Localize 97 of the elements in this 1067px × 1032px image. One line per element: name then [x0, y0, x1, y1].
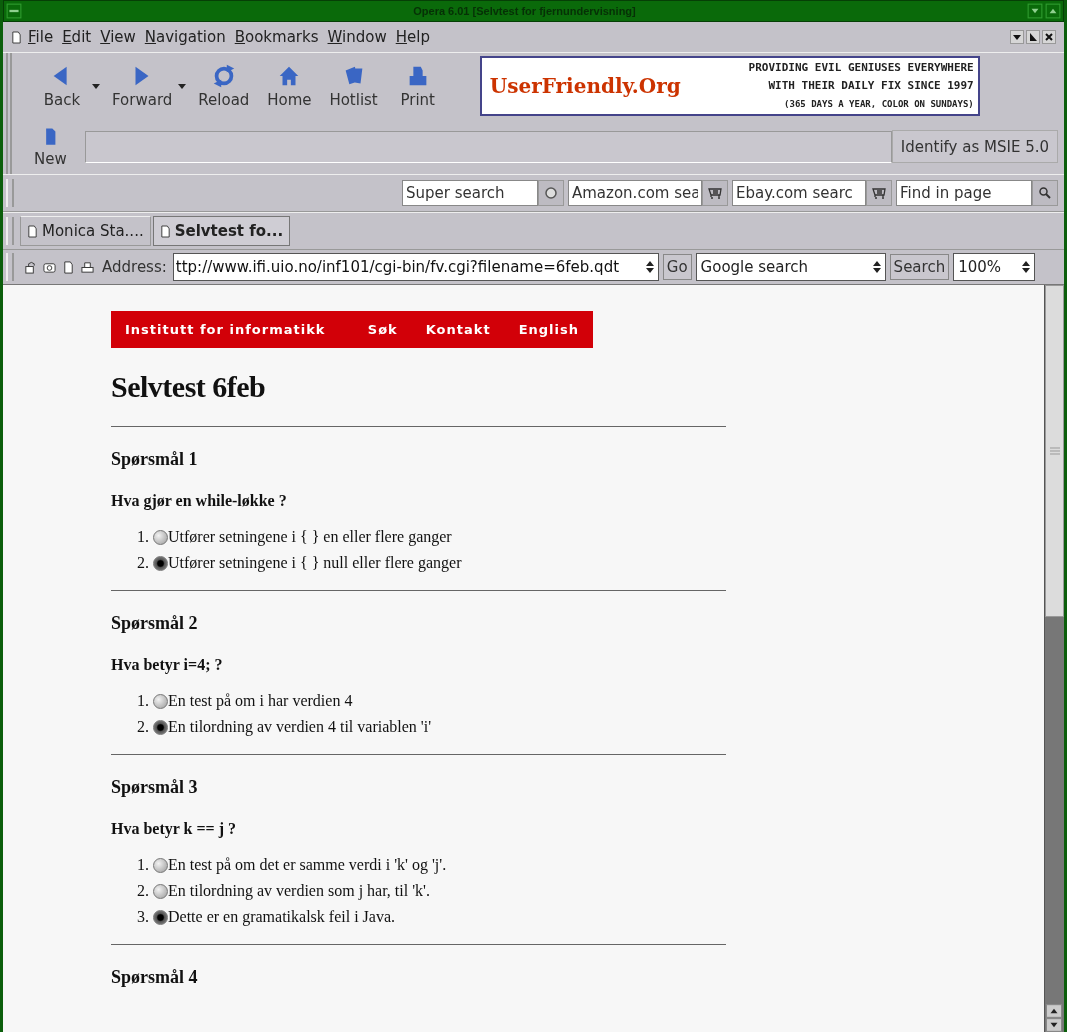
menu-item[interactable]: Help: [395, 28, 430, 46]
answer-option[interactable]: En tilordning av verdien 4 til variablen 'i': [168, 718, 432, 736]
radio-button[interactable]: [153, 693, 168, 709]
answer-option[interactable]: En tilordning av verdien som j har, til 'k'.: [168, 882, 430, 900]
minimize-icon[interactable]: [1010, 30, 1024, 44]
list-number: 2.: [136, 718, 149, 736]
grip-icon: [1049, 447, 1060, 455]
toolbar-button[interactable]: Hotlist: [321, 63, 386, 109]
toolbar-button[interactable]: Back: [30, 63, 94, 109]
answer-option[interactable]: En test på om det er samme verdi i 'k' og 'j'.: [168, 856, 447, 874]
radio-button[interactable]: [153, 719, 168, 735]
nav-link[interactable]: Søk: [367, 322, 398, 337]
toolbar-button[interactable]: Home: [257, 63, 322, 109]
updown-arrows-icon[interactable]: [645, 261, 654, 273]
scroll-up-icon[interactable]: [1045, 1004, 1063, 1018]
site-title-link[interactable]: Institutt for informatikk: [125, 322, 326, 337]
maximize-icon[interactable]: [1045, 3, 1061, 19]
search-field[interactable]: Find in page: [896, 180, 1032, 206]
restore-icon[interactable]: [1026, 30, 1040, 44]
menu-item[interactable]: Edit: [62, 28, 92, 46]
radio-button[interactable]: [153, 857, 168, 873]
menu-item[interactable]: Navigation: [144, 28, 226, 46]
question-text: Hva gjør en while-løkke ?: [111, 492, 288, 510]
search-engine-dropdown[interactable]: Google search: [695, 253, 886, 281]
banner-text: WITH THEIR DAILY FIX SINCE 1997: [768, 78, 974, 94]
go-button[interactable]: Go: [662, 254, 692, 280]
camera-icon[interactable]: [43, 260, 56, 274]
search-field[interactable]: Super search: [402, 180, 538, 206]
search-go-button[interactable]: [1032, 180, 1058, 206]
search-go-button[interactable]: [702, 180, 728, 206]
cart-icon[interactable]: [872, 186, 886, 200]
nav-link[interactable]: Kontakt: [425, 322, 491, 337]
updown-arrows-icon[interactable]: [872, 261, 881, 273]
address-field[interactable]: ttp://www.ifi.uio.no/inf101/cgi-bin/fv.cgi?filename=6feb.qdt: [172, 253, 659, 281]
banner-text: PROVIDING EVIL GENIUSES EVERYWHERE: [748, 60, 974, 76]
question-text: Hva betyr i=4; ?: [111, 656, 224, 674]
toolbar-button[interactable]: Print: [385, 63, 450, 109]
question-heading: Spørsmål 1: [111, 449, 199, 470]
zoom-dropdown[interactable]: 100%: [953, 253, 1036, 281]
list-number: 1.: [136, 528, 149, 546]
toolbar-grip[interactable]: [6, 179, 14, 207]
cart-icon[interactable]: [708, 186, 722, 200]
page-icon[interactable]: [62, 260, 75, 274]
answer-option[interactable]: Utfører setningene i { } en eller flere ganger: [168, 528, 452, 546]
updown-arrows-icon[interactable]: [1022, 261, 1031, 273]
radio-button[interactable]: [153, 909, 168, 925]
tab[interactable]: Selvtest fo...: [152, 216, 291, 246]
address-label: Address:: [102, 258, 167, 276]
logo-text: UserFriendly.Org: [489, 74, 681, 98]
search-go-button[interactable]: [866, 180, 892, 206]
question-heading: Spørsmål 4: [111, 967, 199, 988]
question-heading: Spørsmål 3: [111, 777, 199, 798]
search-icon[interactable]: [1038, 186, 1052, 200]
printer-icon[interactable]: [81, 260, 94, 274]
tab[interactable]: Monica Sta....: [20, 216, 151, 246]
banner-ad[interactable]: UserFriendly.Org PROVIDING EVIL GENIUSES EVERYWHERE WITH THEIR DAILY FIX SINCE 1997 (365 DAYS A YEAR, COLOR ON SUNDAYS): [479, 56, 980, 116]
menu-item[interactable]: Bookmarks: [234, 28, 319, 46]
padlock-icon[interactable]: [24, 260, 37, 274]
scroll-down-icon[interactable]: [1045, 1018, 1063, 1032]
identify-button[interactable]: Identify as MSIE 5.0: [891, 130, 1058, 163]
radio-button[interactable]: [153, 883, 168, 899]
toolbar-button[interactable]: Forward: [104, 63, 181, 109]
list-number: 3.: [136, 908, 149, 926]
close-icon[interactable]: [1042, 30, 1056, 44]
radio-button[interactable]: [153, 529, 168, 545]
page-icon: [11, 30, 22, 44]
menu-item[interactable]: View: [100, 28, 136, 46]
list-number: 1.: [136, 856, 149, 874]
answer-option[interactable]: En test på om i har verdien 4: [168, 692, 353, 710]
banner-text: (365 DAYS A YEAR, COLOR ON SUNDAYS): [784, 98, 974, 111]
caret-icon[interactable]: [178, 83, 187, 89]
search-field[interactable]: Ebay.com searc: [732, 180, 866, 206]
toolbar-grip[interactable]: [6, 217, 14, 245]
window-menu-icon[interactable]: [6, 3, 22, 19]
menu-item[interactable]: Window: [327, 28, 387, 46]
scroll-thumb[interactable]: [1045, 285, 1064, 617]
page-icon: [159, 224, 171, 238]
search-button[interactable]: Search: [889, 254, 950, 280]
new-button[interactable]: New: [12, 125, 75, 168]
window-title: Opera 6.01 [Selvtest for fjernundervisning]: [412, 5, 637, 17]
answer-option[interactable]: Dette er en gramatikalsk feil i Java.: [168, 908, 395, 926]
page-heading: Selvtest 6feb: [111, 370, 267, 404]
caret-icon[interactable]: [92, 83, 100, 89]
nav-link[interactable]: English: [518, 322, 579, 337]
scrollbar[interactable]: [1044, 285, 1064, 1032]
radio-button[interactable]: [153, 555, 168, 571]
question-text: Hva betyr k == j ?: [111, 820, 238, 838]
toolbar-button[interactable]: Reload: [190, 63, 258, 109]
question-heading: Spørsmål 2: [111, 613, 199, 634]
list-number: 2.: [136, 554, 149, 572]
page-icon: [27, 224, 38, 238]
menu-item[interactable]: File: [28, 28, 54, 46]
answer-option[interactable]: Utfører setningene i { } null eller flere ganger: [168, 554, 462, 572]
list-number: 2.: [136, 882, 149, 900]
search-go-button[interactable]: [538, 180, 564, 206]
toolbar-grip[interactable]: [6, 253, 14, 281]
list-number: 1.: [136, 692, 149, 710]
